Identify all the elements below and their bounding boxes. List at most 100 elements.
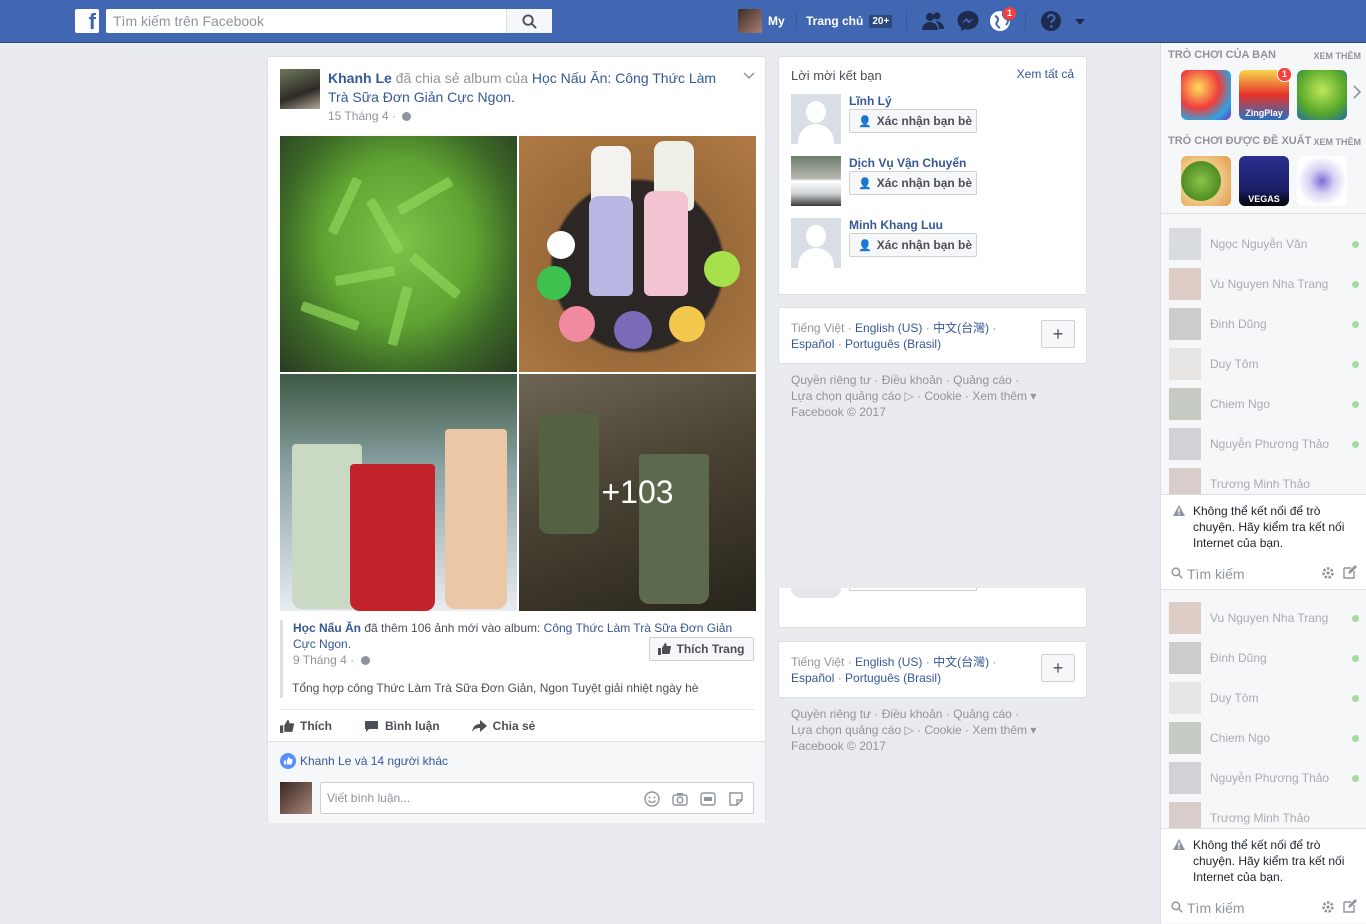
footer-line[interactable]: Quyền riêng tư · Điều khoản · Quảng cáo … xyxy=(791,706,1071,722)
footer-line[interactable]: Lựa chọn quảng cáo ▷ · Cookie · Xem thêm… xyxy=(791,388,1071,404)
contact-item[interactable]: Đinh Dũng xyxy=(1169,642,1359,674)
author-name-link[interactable]: Khanh Le xyxy=(328,70,392,86)
gif-icon[interactable] xyxy=(699,791,717,807)
contact-item[interactable]: Ngọc Nguyễn Văn xyxy=(1169,228,1359,260)
more-languages-button[interactable]: + xyxy=(1041,654,1075,682)
comment-input[interactable] xyxy=(321,783,621,813)
album-photo-3[interactable] xyxy=(280,374,517,611)
confirm-friend-button[interactable]: 👤 Xác nhận bạn bè xyxy=(849,109,977,133)
confirm-label: Xác nhận bạn bè xyxy=(876,176,973,190)
language-link[interactable]: Español xyxy=(791,337,834,351)
games-section-title: TRÒ CHƠI CỦA BẠN xyxy=(1168,49,1276,61)
contact-name: Vu Nguyen Nha Trang xyxy=(1210,277,1329,291)
chat-search-input[interactable] xyxy=(1187,897,1307,919)
profile-link[interactable]: My xyxy=(738,9,785,33)
contact-name: Vu Nguyen Nha Trang xyxy=(1210,611,1329,625)
share-button[interactable]: Chia sẻ xyxy=(471,719,535,733)
like-button[interactable]: Thích xyxy=(280,719,332,733)
album-photo-1[interactable] xyxy=(280,136,517,372)
messenger-icon[interactable] xyxy=(956,10,980,32)
language-link[interactable]: 中文(台灣) xyxy=(933,655,989,669)
photo-detail xyxy=(334,265,396,287)
panel-fragment xyxy=(778,588,1087,628)
page-link[interactable]: Học Nấu Ăn xyxy=(293,621,361,635)
post-action-text: đã chia sẻ album của xyxy=(395,70,528,86)
like-page-button[interactable]: Thích Trang xyxy=(649,637,754,661)
globe-notifications-icon[interactable]: 1 xyxy=(989,6,1017,32)
contact-name: Ngọc Nguyễn Văn xyxy=(1210,237,1308,251)
album-photo-2[interactable] xyxy=(519,136,756,372)
home-link[interactable]: Trang chủ 20+ xyxy=(806,9,893,33)
shared-period: . xyxy=(347,637,352,651)
footer-line[interactable]: Quyền riêng tư · Điều khoản · Quảng cáo … xyxy=(791,372,1071,388)
friends-icon[interactable] xyxy=(921,10,945,32)
contact-name: Chiem Ngo xyxy=(1210,731,1271,745)
language-link[interactable]: Português (Brasil) xyxy=(845,337,941,351)
warning-icon xyxy=(1173,839,1185,853)
suggested-see-more-link[interactable]: XEM THÊM xyxy=(1313,137,1361,147)
language-link[interactable]: 中文(台灣) xyxy=(933,321,989,335)
truck-avatar[interactable] xyxy=(791,156,841,206)
friend-name-link[interactable]: Dịch Vụ Vận Chuyển xyxy=(849,156,966,170)
post-timestamp[interactable]: 15 Tháng 4 · xyxy=(328,109,412,123)
contact-item[interactable]: Chiem Ngo xyxy=(1169,388,1359,420)
language-link[interactable]: Português (Brasil) xyxy=(845,671,941,685)
likes-summary[interactable]: Khanh Le và 14 người khác xyxy=(280,753,448,769)
emoji-icon[interactable] xyxy=(643,791,661,807)
camera-icon[interactable] xyxy=(671,791,689,807)
photo-detail xyxy=(614,311,652,349)
post-options-chevron-icon[interactable] xyxy=(743,69,755,83)
add-friend-icon: 👤 xyxy=(858,177,872,190)
language-selector: Tiếng Việt · English (US) · 中文(台灣) · Esp… xyxy=(778,641,1087,698)
caret-down-icon[interactable] xyxy=(1072,10,1088,32)
confirm-label: Xác nhận bạn bè xyxy=(876,114,973,128)
comment-button[interactable]: Bình luận xyxy=(364,719,440,733)
contact-item[interactable]: Duy Tôm xyxy=(1169,348,1359,380)
confirm-friend-button[interactable]: 👤 Xác nhận bạn bè xyxy=(849,233,977,257)
gear-icon[interactable] xyxy=(1321,900,1335,917)
contact-item[interactable]: Vu Nguyen Nha Trang xyxy=(1169,268,1359,300)
confirm-friend-button[interactable]: 👤 Xác nhận bạn bè xyxy=(849,171,977,195)
avatar-body xyxy=(798,248,834,268)
footer-line[interactable]: Lựa chọn quảng cáo ▷ · Cookie · Xem thêm… xyxy=(791,722,1071,738)
search-input[interactable] xyxy=(106,9,506,33)
fidget-spinner-game-icon[interactable] xyxy=(1297,156,1347,206)
contact-item[interactable]: Vu Nguyen Nha Trang xyxy=(1169,602,1359,634)
language-list: Tiếng Việt · English (US) · 中文(台灣) · Esp… xyxy=(791,320,1021,352)
chat-search-input[interactable] xyxy=(1187,563,1307,585)
contact-item[interactable]: Duy Tôm xyxy=(1169,682,1359,714)
facebook-logo-icon[interactable]: f xyxy=(75,9,99,34)
see-all-link[interactable]: Xem tất cả xyxy=(1017,67,1074,81)
compose-icon[interactable] xyxy=(1343,899,1357,916)
chat-connection-warning: Không thể kết nối để trò chuyện. Hãy kiể… xyxy=(1161,494,1366,560)
default-avatar[interactable] xyxy=(791,218,841,268)
candy-crush-game-icon[interactable] xyxy=(1181,70,1231,120)
fish-game-icon[interactable] xyxy=(1297,70,1347,120)
heart-of-vegas-game-icon[interactable]: VEGAS xyxy=(1239,156,1289,206)
zingplay-game-icon[interactable]: 1 ZingPlay xyxy=(1239,67,1292,120)
language-link[interactable]: English (US) xyxy=(855,655,922,669)
search-button[interactable] xyxy=(506,9,552,33)
contact-item[interactable]: Nguyễn Phương Thảo xyxy=(1169,762,1359,794)
help-icon[interactable] xyxy=(1040,10,1064,32)
contact-item[interactable]: Đinh Dũng xyxy=(1169,308,1359,340)
games-see-more-link[interactable]: XEM THÊM xyxy=(1313,51,1361,61)
cut-the-rope-game-icon[interactable] xyxy=(1181,156,1231,206)
avatar-head xyxy=(806,101,826,123)
friend-name-link[interactable]: Minh Khang Luu xyxy=(849,218,943,232)
gear-icon[interactable] xyxy=(1321,566,1335,583)
album-photo-4-more[interactable]: +103 xyxy=(519,374,756,611)
language-link[interactable]: Español xyxy=(791,671,834,685)
friend-request-item: Lĩnh Lý 👤 Xác nhận bạn bè xyxy=(791,94,1081,144)
compose-icon[interactable] xyxy=(1343,565,1357,582)
sticker-icon[interactable] xyxy=(727,791,745,807)
language-link[interactable]: English (US) xyxy=(855,321,922,335)
top-navigation-bar: f My Trang chủ 20+ 1 xyxy=(0,0,1366,43)
default-avatar[interactable] xyxy=(791,94,841,144)
more-languages-button[interactable]: + xyxy=(1041,320,1075,348)
contact-item[interactable]: Chiem Ngo xyxy=(1169,722,1359,754)
contact-item[interactable]: Nguyễn Phương Thảo xyxy=(1169,428,1359,460)
friend-name-link[interactable]: Lĩnh Lý xyxy=(849,94,892,108)
author-avatar[interactable] xyxy=(280,69,320,109)
chevron-right-icon[interactable] xyxy=(1353,85,1362,102)
